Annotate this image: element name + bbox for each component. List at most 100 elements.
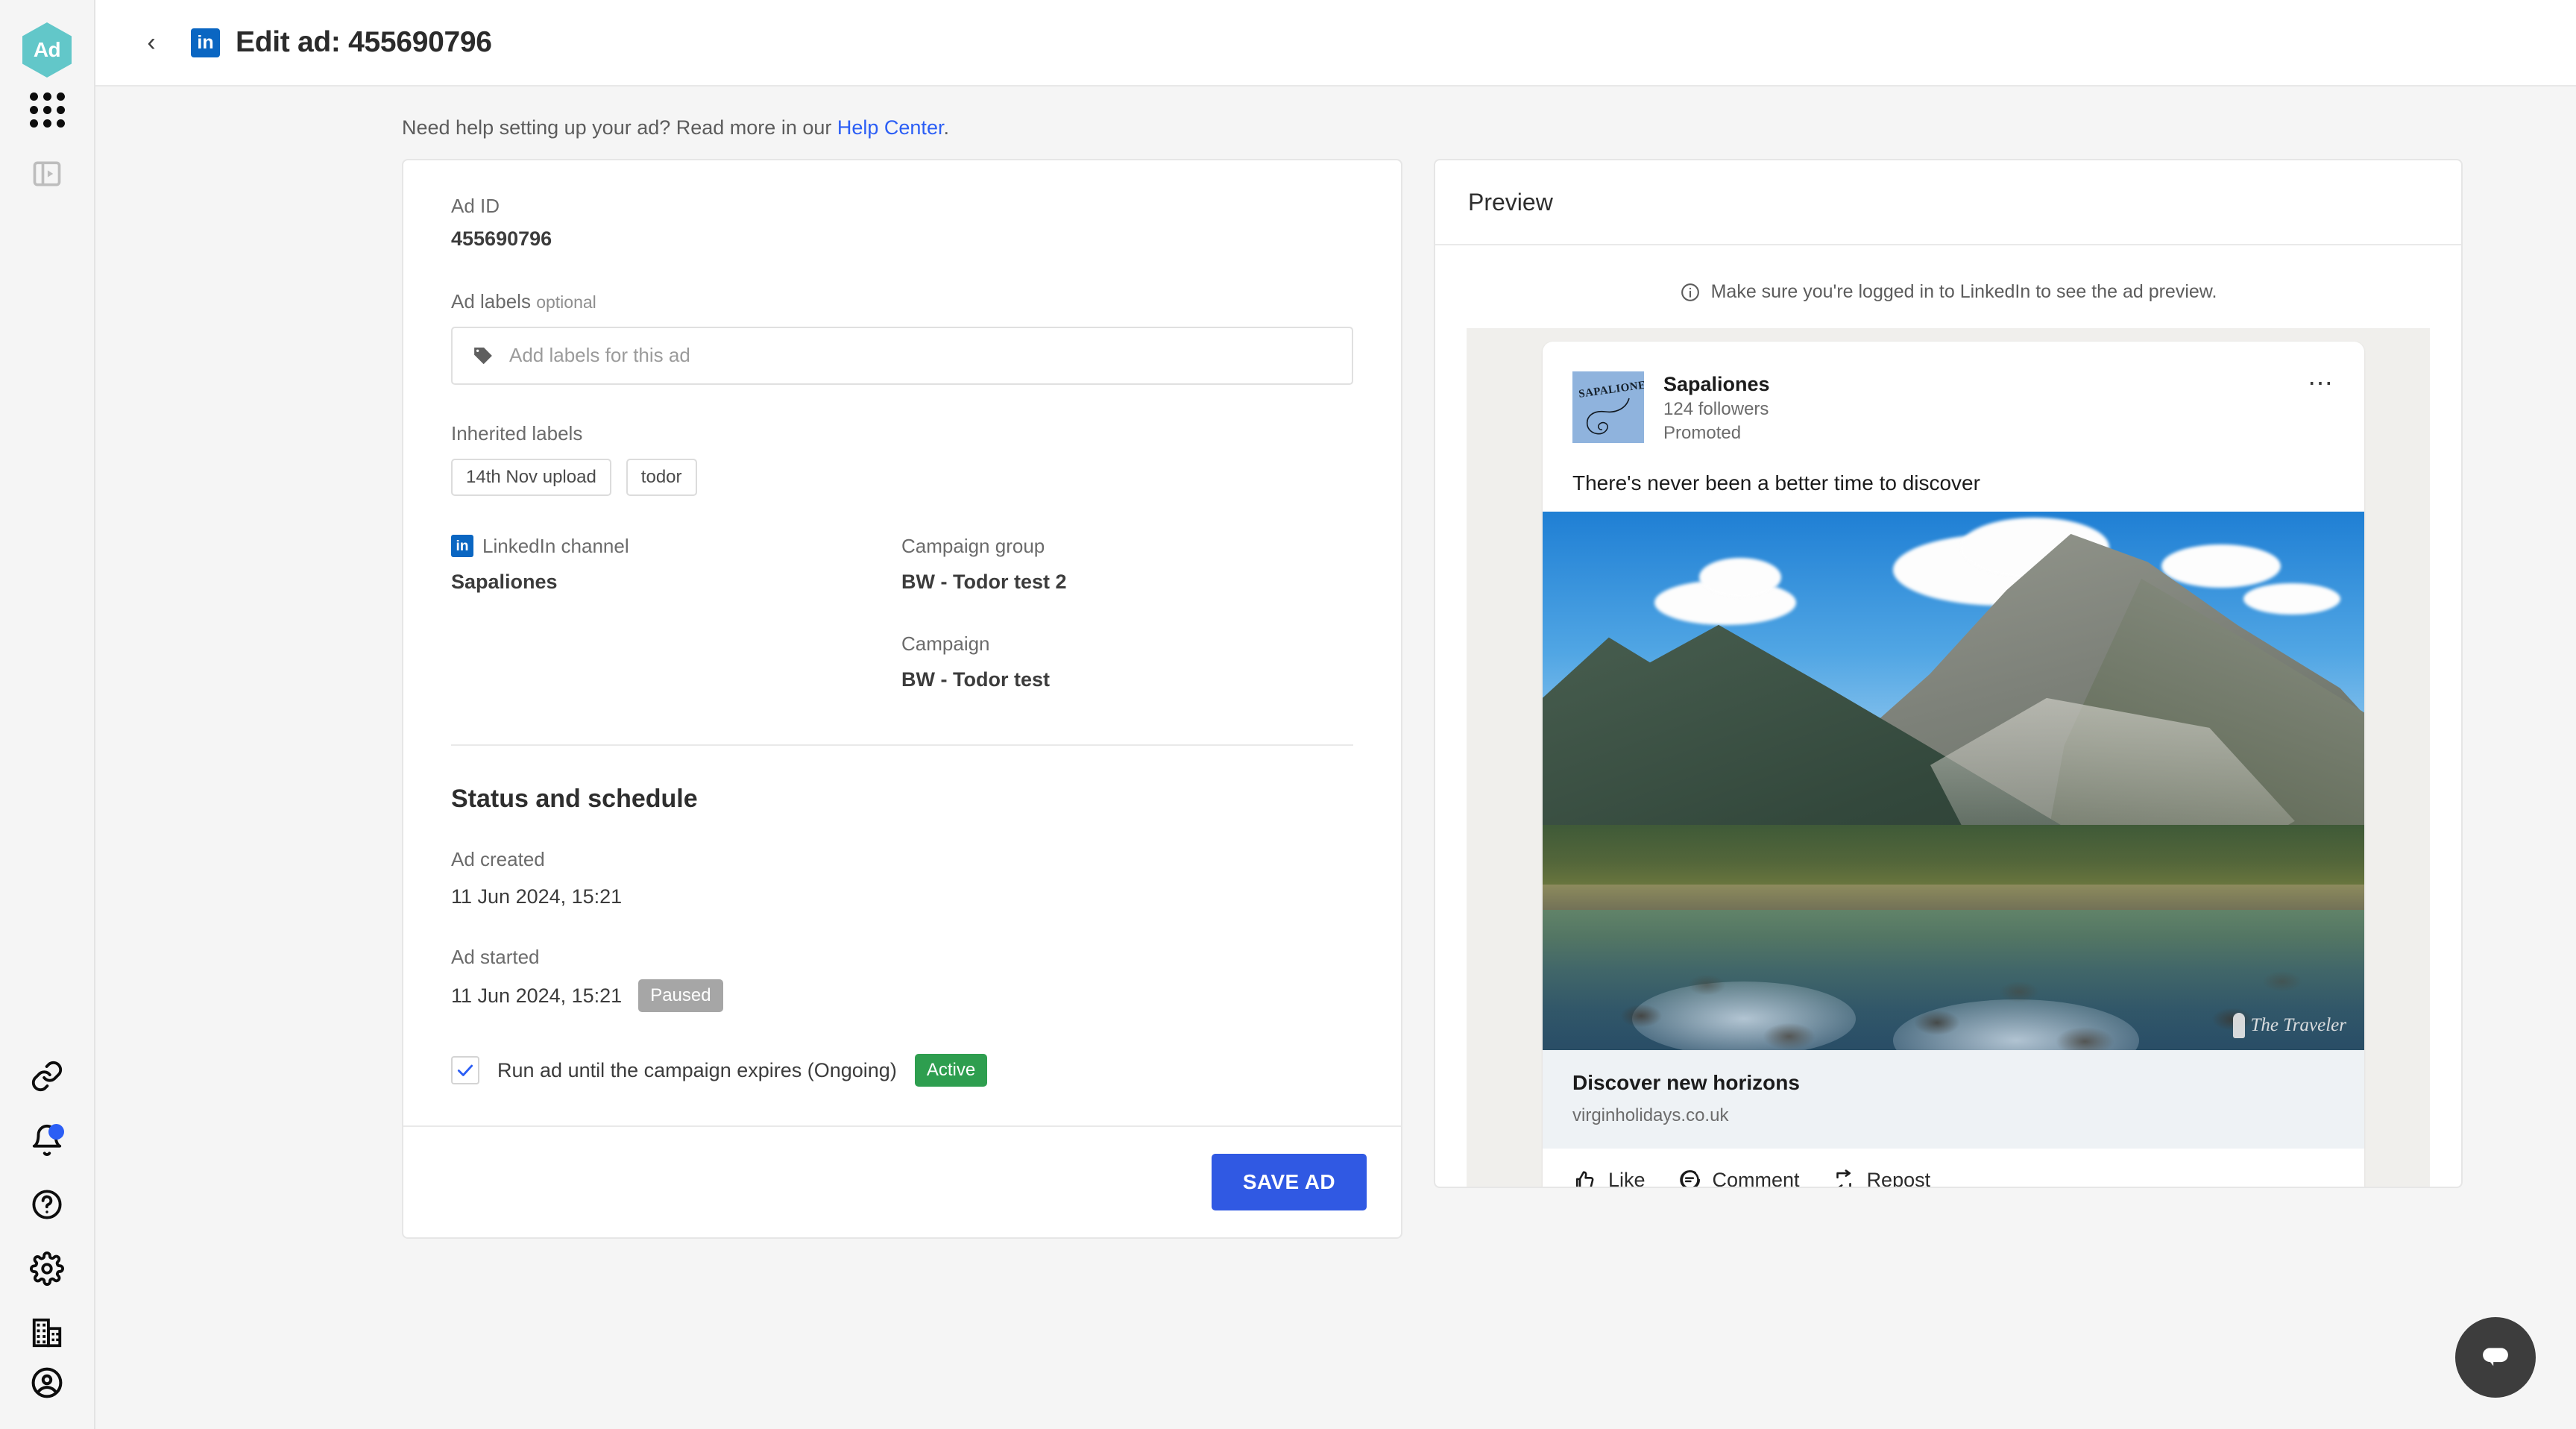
left-rail: Ad [0, 0, 95, 1429]
channel-header: in LinkedIn channel [451, 532, 901, 561]
post-like-label: Like [1608, 1169, 1646, 1187]
post-promoted-label: Promoted [1663, 423, 1742, 444]
campaign-group-field: Campaign group BW - Todor test 2 [901, 532, 1353, 597]
comment-icon [1679, 1169, 1700, 1187]
ad-started-field: Ad started 11 Jun 2024, 15:21 Paused [451, 943, 1353, 1012]
page-title: Edit ad: 455690796 [236, 26, 492, 58]
post-body-text: There's never been a better time to disc… [1572, 471, 1980, 494]
help-banner: Need help setting up your ad? Read more … [95, 87, 2576, 139]
ad-labels-field: Ad labels optional Add labels for this a… [451, 287, 1353, 385]
sidebar-item-notifications[interactable] [0, 1108, 95, 1172]
linkedin-post-preview: SAPALIONES Sapaliones 124 followers Prom… [1543, 342, 2364, 1187]
link-icon [31, 1061, 63, 1092]
chat-bubble-icon [2483, 1348, 2508, 1366]
campaign-group-value: BW - Todor test 2 [901, 570, 1067, 593]
avatar: SAPALIONES [1572, 371, 1644, 443]
sidebar-item-help[interactable] [0, 1172, 95, 1237]
post-comment-button[interactable]: Comment [1677, 1168, 1800, 1187]
inherited-label-chip[interactable]: 14th Nov upload [451, 458, 611, 496]
app-logo[interactable]: Ad [22, 22, 72, 78]
post-cta-block[interactable]: Discover new horizons virginholidays.co.… [1543, 1049, 2364, 1149]
campaign-column: Campaign group BW - Todor test 2 Campaig… [901, 532, 1353, 695]
sidebar-item-account[interactable] [0, 1365, 95, 1429]
info-icon [1681, 283, 1699, 301]
inherited-labels-chips: 14th Nov upload todor [451, 458, 1353, 496]
image-cloud [2243, 582, 2340, 615]
post-action-bar: Like Comment Repost [1543, 1149, 2364, 1187]
building-icon [32, 1318, 62, 1348]
watermark-figure-icon [2232, 1012, 2245, 1038]
ad-labels-label: Ad labels optional [451, 287, 1353, 316]
inherited-label-chip[interactable]: todor [626, 458, 697, 496]
ad-started-row: 11 Jun 2024, 15:21 Paused [451, 979, 1353, 1012]
sidebar-item-organisation[interactable] [0, 1301, 95, 1365]
channel-campaign-row: in LinkedIn channel Sapaliones Campaign … [451, 532, 1353, 695]
ad-created-value: 11 Jun 2024, 15:21 [451, 885, 623, 908]
chat-launcher-button[interactable] [2455, 1317, 2536, 1398]
sidebar-item-links[interactable] [0, 1044, 95, 1108]
ongoing-checkbox-row[interactable]: Run ad until the campaign expires (Ongoi… [451, 1054, 1353, 1087]
ad-labels-label-text: Ad labels [451, 289, 531, 313]
ongoing-checkbox[interactable] [451, 1056, 479, 1084]
app-root: Ad ‹ in Edit ad: 455690796 Need help set… [0, 0, 2576, 1429]
repost-icon [1836, 1169, 1851, 1187]
help-banner-text: Need help setting up your ad? Read more … [402, 116, 837, 139]
ad-created-label: Ad created [451, 847, 545, 870]
inherited-labels-field: Inherited labels 14th Nov upload todor [451, 419, 1353, 496]
back-button[interactable]: ‹ [130, 21, 173, 64]
ad-details-card: Ad ID 455690796 Ad labels optional Add l… [402, 159, 1402, 1239]
inherited-labels-label: Inherited labels [451, 421, 583, 445]
main-area: ‹ in Edit ad: 455690796 Need help settin… [95, 0, 2576, 1429]
avatar-swirl-icon [1587, 398, 1630, 435]
watermark-text: The Traveler [2250, 1014, 2346, 1035]
ongoing-checkbox-label: Run ad until the campaign expires (Ongoi… [497, 1058, 897, 1081]
help-center-link[interactable]: Help Center [837, 116, 944, 139]
top-bar: ‹ in Edit ad: 455690796 [95, 0, 2576, 87]
status-schedule-title: Status and schedule [451, 784, 698, 813]
more-horizontal-icon[interactable]: ⋯ [2308, 371, 2334, 446]
linkedin-icon: in [451, 535, 473, 557]
post-author-name: Sapaliones [1663, 373, 1770, 395]
channel-value: Sapaliones [451, 570, 558, 593]
notification-badge-dot [48, 1124, 64, 1140]
sidebar-item-panel-toggle[interactable] [0, 142, 95, 206]
post-image: The Traveler [1543, 511, 2364, 1050]
status-badge-paused: Paused [638, 979, 723, 1012]
campaign-group-label: Campaign group [901, 534, 1045, 557]
gear-icon [30, 1251, 64, 1286]
panel-toggle-icon [33, 161, 61, 186]
post-author-followers: 124 followers [1663, 399, 1769, 420]
help-circle-icon [32, 1190, 62, 1219]
linkedin-icon: in [191, 28, 220, 57]
post-cta-title: Discover new horizons [1572, 1070, 1800, 1094]
ad-details-footer: SAVE AD [403, 1125, 1401, 1237]
preview-stage: SAPALIONES Sapaliones 124 followers Prom… [1467, 328, 2430, 1187]
post-like-button[interactable]: Like [1572, 1168, 1646, 1187]
image-watermark: The Traveler [2232, 1012, 2346, 1038]
sidebar-item-settings[interactable] [0, 1237, 95, 1301]
post-repost-button[interactable]: Repost [1831, 1168, 1930, 1187]
ad-labels-placeholder: Add labels for this ad [509, 344, 690, 366]
campaign-label: Campaign [901, 632, 990, 655]
ad-id-field: Ad ID 455690796 [451, 192, 1353, 254]
preview-header: Preview [1435, 160, 2461, 245]
back-chevron-icon: ‹ [147, 28, 156, 57]
preview-note-text: Make sure you're logged in to LinkedIn t… [1710, 281, 2217, 302]
sidebar-item-apps[interactable] [0, 78, 95, 142]
columns: Ad ID 455690796 Ad labels optional Add l… [95, 139, 2576, 1239]
post-comment-label: Comment [1712, 1169, 1800, 1187]
help-banner-period: . [943, 116, 949, 139]
post-cta-url: virginholidays.co.uk [1572, 1105, 1729, 1125]
check-icon [457, 1064, 473, 1076]
apps-grid-icon [29, 92, 65, 128]
ad-labels-input[interactable]: Add labels for this ad [451, 326, 1353, 385]
tag-icon [474, 347, 492, 364]
status-badge-active: Active [914, 1054, 988, 1087]
save-ad-button[interactable]: SAVE AD [1211, 1154, 1367, 1210]
campaign-value: BW - Todor test [901, 668, 1050, 691]
ad-started-label: Ad started [451, 946, 540, 968]
ad-details-body: Ad ID 455690796 Ad labels optional Add l… [403, 160, 1401, 1125]
ad-created-field: Ad created 11 Jun 2024, 15:21 [451, 845, 1353, 912]
preview-card: Preview Make sure you're logged in to Li… [1434, 159, 2463, 1188]
account-circle-icon [31, 1367, 63, 1398]
